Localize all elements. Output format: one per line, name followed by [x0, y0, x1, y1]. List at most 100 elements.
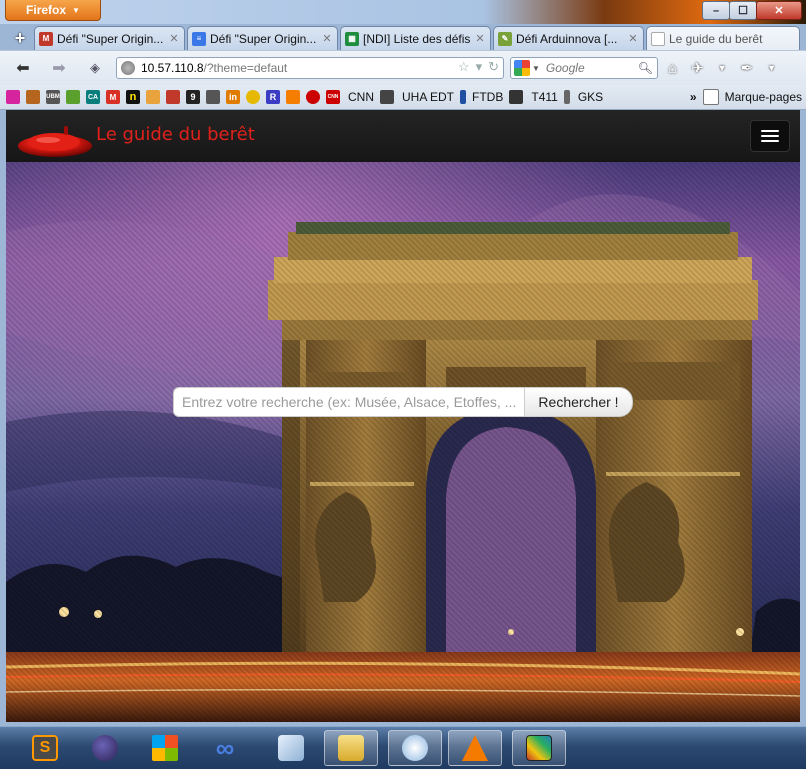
- dropdown-arrow-icon: ▼: [72, 5, 80, 15]
- bookmark-mascot[interactable]: [26, 89, 40, 105]
- eclipse-icon: [92, 735, 118, 761]
- bookmark-nine[interactable]: 9: [186, 89, 200, 105]
- tab-ndi-liste[interactable]: ▦ [NDI] Liste des défis ✕: [340, 26, 491, 50]
- bookmark-ftdb[interactable]: FTDB: [460, 89, 503, 105]
- taskbar-infinity-app[interactable]: ∞: [198, 730, 252, 766]
- spiral-icon: [306, 90, 320, 104]
- windows-taskbar: S ∞: [0, 726, 806, 769]
- maximize-button[interactable]: ☐: [729, 1, 757, 20]
- bookmark-label: FTDB: [472, 90, 504, 104]
- calendar-icon: [166, 90, 180, 104]
- bookmark-cup[interactable]: [206, 89, 220, 105]
- blank-page-icon: [651, 31, 665, 46]
- browser-window: Firefox ▼ – ☐ ✕ + M Défi "Super Origin..…: [0, 0, 806, 726]
- tab-label: Défi "Super Origin...: [57, 31, 164, 46]
- hero-section: Rechercher !: [6, 162, 800, 722]
- tab-defi-super-origin-2[interactable]: ≡ Défi "Super Origin... ✕: [187, 26, 338, 50]
- back-button[interactable]: ⬅: [12, 57, 34, 79]
- site-title[interactable]: Le guide du berêt: [96, 124, 255, 145]
- search-bar[interactable]: ▼ Google 🔍︎: [510, 57, 658, 79]
- mascot-icon: [26, 90, 40, 104]
- bookmark-label: T411: [531, 90, 558, 104]
- tab-guide-du-beret[interactable]: Le guide du berêt: [646, 26, 800, 50]
- new-tab-button[interactable]: +: [10, 28, 30, 48]
- beret-logo-icon[interactable]: [16, 122, 94, 162]
- bookmarks-menu-button[interactable]: Marque-pages: [725, 90, 802, 104]
- ubm-icon: UBM: [46, 90, 60, 104]
- bookmark-label: GKS: [577, 90, 604, 104]
- bookmark-spiral[interactable]: [306, 89, 320, 105]
- bookmark-ubm[interactable]: UBM: [46, 89, 60, 105]
- bookmark-n[interactable]: n: [126, 89, 140, 105]
- search-engine-dropdown-icon[interactable]: ▼: [532, 64, 540, 73]
- google-icon[interactable]: [514, 60, 530, 76]
- forward-button[interactable]: ➡: [48, 57, 70, 79]
- gks-icon: [563, 90, 570, 104]
- hamburger-menu-button[interactable]: [750, 120, 790, 152]
- bookmark-ca[interactable]: CA: [86, 89, 100, 105]
- more-bookmarks-chevron-icon[interactable]: »: [690, 90, 697, 104]
- bookmark-instagram[interactable]: [6, 89, 20, 105]
- url-bar[interactable]: 10.57.110.8 /?theme=defaut ☆ ▾ ↻: [116, 57, 504, 79]
- dropdown-arrow-icon[interactable]: ▼: [718, 63, 727, 73]
- bookmark-label: CNN: [348, 90, 374, 104]
- close-tab-icon[interactable]: ✕: [474, 32, 486, 45]
- bookmark-puzzle[interactable]: [66, 89, 80, 105]
- tab-strip: + M Défi "Super Origin... ✕ ≡ Défi "Supe…: [0, 24, 806, 50]
- bookmark-label: UHA EDT: [402, 90, 455, 104]
- blogger-icon: [286, 90, 300, 104]
- toolbar-addons: ⌂ ✈ ▼ ✒ ▼: [662, 57, 806, 79]
- site-search: Rechercher !: [173, 387, 633, 417]
- minimize-button[interactable]: –: [702, 1, 730, 20]
- reload-icon[interactable]: ↻: [488, 59, 499, 75]
- close-tab-icon[interactable]: ✕: [168, 32, 180, 45]
- bookmark-t411[interactable]: T411: [509, 89, 558, 105]
- bookmark-gmail[interactable]: M: [106, 89, 120, 105]
- bookmark-blogger[interactable]: [286, 89, 300, 105]
- t411-icon: [509, 90, 524, 104]
- firefox-menu-button[interactable]: Firefox ▼: [5, 0, 101, 21]
- bookmark-r[interactable]: R: [266, 89, 280, 105]
- dropdown-arrow-icon[interactable]: ▼: [767, 63, 776, 73]
- taskbar-eclipse[interactable]: [78, 730, 132, 766]
- addons-icon[interactable]: ◈: [84, 57, 106, 79]
- navigation-toolbar: ⬅ ➡ ◈ 10.57.110.8 /?theme=defaut ☆ ▾ ↻ ▼…: [0, 50, 806, 85]
- search-input[interactable]: [173, 387, 524, 417]
- taskbar-vlc[interactable]: [448, 730, 502, 766]
- tab-defi-super-origin-1[interactable]: M Défi "Super Origin... ✕: [34, 26, 185, 50]
- taskbar-cat-app[interactable]: [388, 730, 442, 766]
- vlc-icon: [462, 735, 488, 761]
- taskbar-windows-app[interactable]: [138, 730, 192, 766]
- paint-icon: [526, 735, 552, 761]
- n-icon: n: [126, 90, 140, 104]
- search-button[interactable]: Rechercher !: [524, 387, 633, 417]
- history-dropdown-icon[interactable]: ▾: [476, 59, 483, 75]
- bookmark-slack[interactable]: [146, 89, 160, 105]
- search-icon[interactable]: 🔍︎: [638, 61, 653, 75]
- bookmark-in[interactable]: in: [226, 89, 240, 105]
- home-icon[interactable]: ⌂: [668, 60, 677, 77]
- site-identity-icon[interactable]: [121, 61, 135, 75]
- gmail-icon: M: [39, 31, 53, 46]
- pen-icon[interactable]: ✒: [741, 59, 754, 77]
- sheets-icon: ▦: [345, 31, 359, 46]
- taskbar-file-explorer[interactable]: [324, 730, 378, 766]
- taskbar-sublime-text[interactable]: S: [18, 730, 72, 766]
- bookmark-smiley[interactable]: [246, 89, 260, 105]
- tools-icon[interactable]: ✈: [691, 59, 704, 77]
- bookmark-cnn[interactable]: CNN CNN: [326, 89, 374, 105]
- close-tab-icon[interactable]: ✕: [321, 32, 333, 45]
- bookmark-uha-edt[interactable]: UHA EDT: [380, 89, 454, 105]
- bookmark-calendar[interactable]: [166, 89, 180, 105]
- close-tab-icon[interactable]: ✕: [627, 32, 639, 45]
- taskbar-paint-app[interactable]: [512, 730, 566, 766]
- site-navbar: Le guide du berêt: [6, 110, 800, 163]
- taskbar-cube-app[interactable]: [264, 730, 318, 766]
- arc-de-triomphe-background: [6, 162, 800, 722]
- in-icon: in: [226, 90, 240, 104]
- tab-label: Le guide du berêt: [669, 31, 763, 46]
- bookmark-star-icon[interactable]: ☆: [458, 59, 470, 75]
- tab-defi-arduinnova[interactable]: ✎ Défi Arduinnova [... ✕: [493, 26, 644, 50]
- bookmark-gks[interactable]: GKS: [563, 89, 604, 105]
- close-window-button[interactable]: ✕: [756, 1, 802, 20]
